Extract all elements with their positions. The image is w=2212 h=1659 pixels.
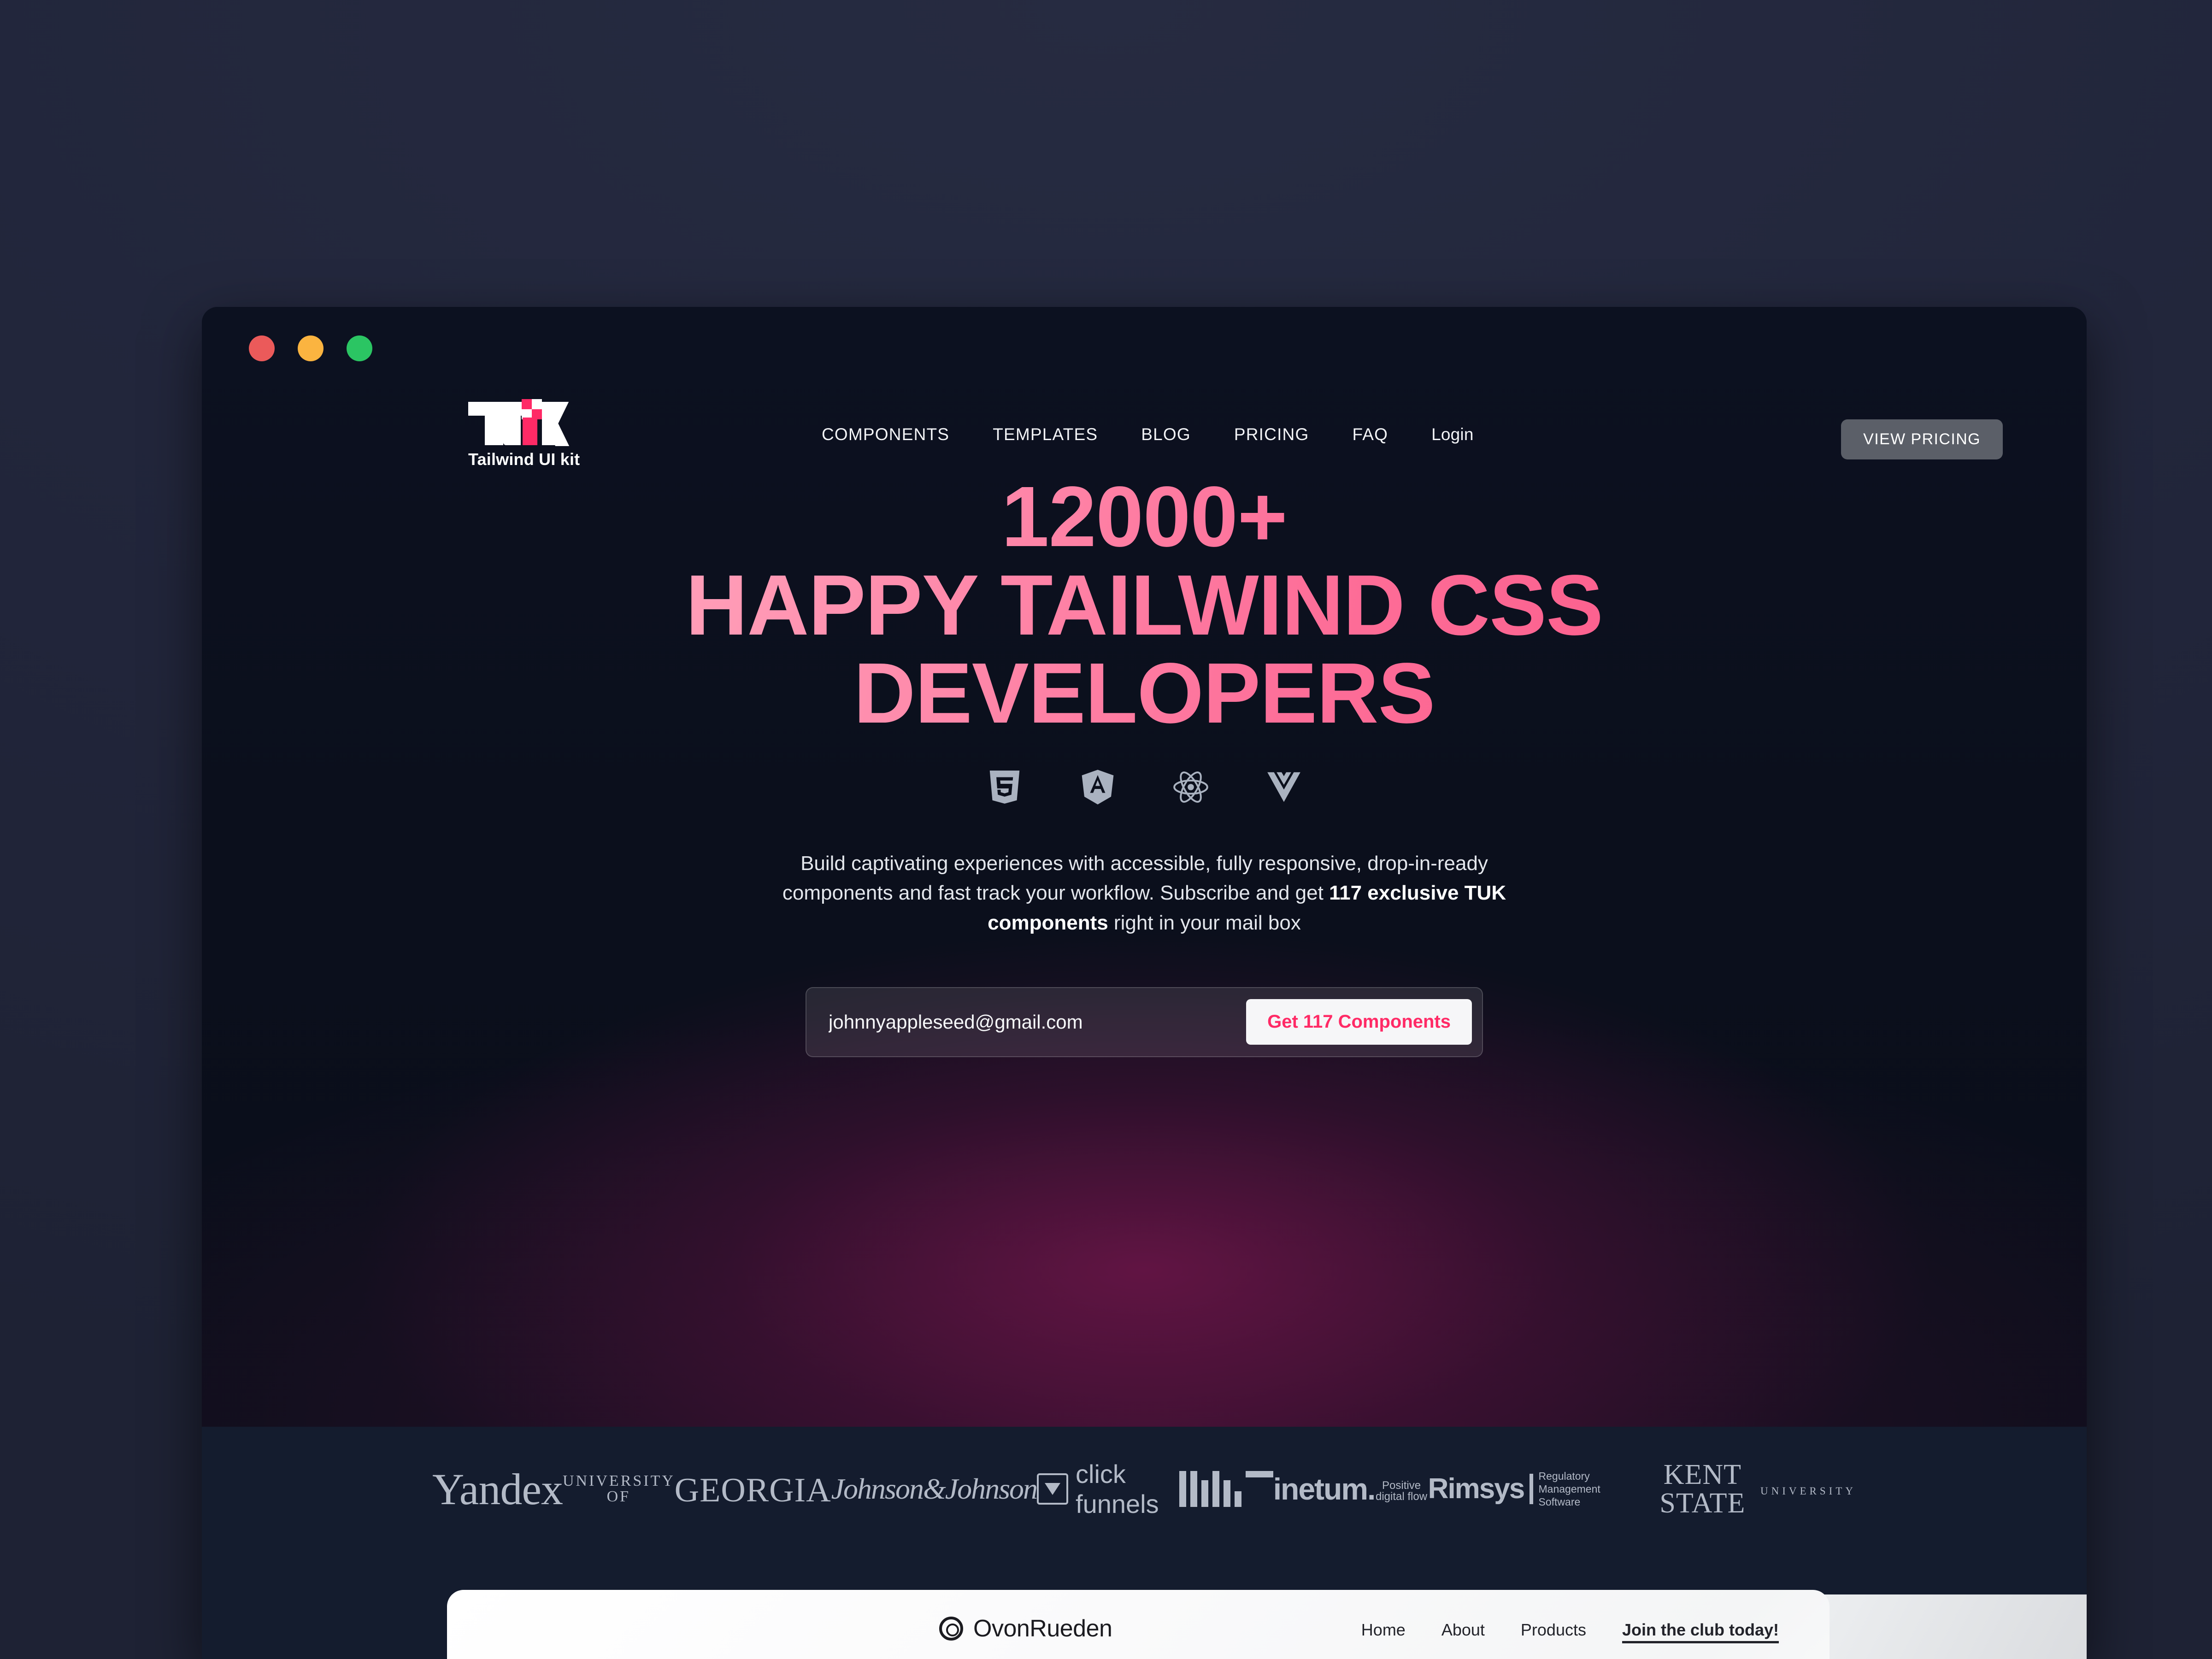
traffic-light-buttons	[249, 335, 372, 361]
logo-inetum: inetum. Positive digital flow	[1273, 1474, 1428, 1504]
preview-link-products[interactable]: Products	[1521, 1620, 1586, 1640]
uga-line-1: UNIVERSITY OF	[562, 1472, 675, 1505]
subscribe-form: Get 117 Components	[806, 987, 1483, 1057]
uga-line-2: GEORGIA	[674, 1471, 831, 1509]
hero-section: 12000+ HAPPY TAILWIND CSS DEVELOPERS Bui…	[202, 473, 2087, 1057]
rimsys-line-2: Regulatory Management Software	[1538, 1470, 1600, 1508]
preview-brand-label: OvonRueden	[973, 1615, 1112, 1642]
view-pricing-button[interactable]: VIEW PRICING	[1841, 419, 2003, 459]
logo-yandex: Yandex	[432, 1464, 563, 1514]
tuk-logo-icon	[468, 395, 574, 446]
preview-site-navbar: OvonRueden Home About Products Join the …	[447, 1590, 1830, 1659]
hero-description: Build captivating experiences with acces…	[757, 849, 1531, 938]
clickfunnels-mark-icon	[1037, 1473, 1069, 1505]
headline-line-2: HAPPY TAILWIND CSS	[685, 557, 1603, 653]
nav-link-faq[interactable]: FAQ	[1352, 425, 1388, 444]
email-input[interactable]	[829, 1011, 1247, 1033]
headline-line-3: DEVELOPERS	[853, 646, 1435, 741]
logo-kent-state: KENT STATE UNIVERSITY	[1645, 1460, 1856, 1518]
tech-stack-icons	[202, 767, 2087, 809]
nav-link-pricing[interactable]: PRICING	[1234, 425, 1309, 444]
preview-link-home[interactable]: Home	[1361, 1620, 1406, 1640]
preview-link-about[interactable]: About	[1441, 1620, 1485, 1640]
headline-line-1: 12000+	[1001, 469, 1287, 565]
get-components-button[interactable]: Get 117 Components	[1246, 999, 1472, 1045]
nav-link-login[interactable]: Login	[1431, 425, 1474, 444]
browser-window: Tailwind UI kit COMPONENTS TEMPLATES BLO…	[202, 307, 2087, 1659]
clickfunnels-label: click funnels	[1076, 1459, 1159, 1518]
client-logos: Yandex UNIVERSITY OF GEORGIA Johnson&Joh…	[202, 1445, 2087, 1533]
maximize-window-button[interactable]	[347, 335, 372, 361]
preview-front-panel: OvonRueden Home About Products Join the …	[447, 1590, 1830, 1659]
html5-icon	[985, 767, 1024, 809]
brand-tagline: Tailwind UI kit	[468, 450, 580, 469]
inetum-line-2: Positive digital flow	[1376, 1479, 1428, 1503]
angular-icon	[1078, 767, 1118, 809]
preview-site-links: Home About Products Join the club today!	[1361, 1620, 1779, 1640]
react-icon	[1171, 767, 1211, 809]
logo-mit	[1179, 1471, 1273, 1507]
brand-logo[interactable]: Tailwind UI kit	[468, 395, 583, 469]
site-navbar: Tailwind UI kit COMPONENTS TEMPLATES BLO…	[202, 381, 2087, 473]
preview-link-join-club[interactable]: Join the club today!	[1622, 1620, 1779, 1640]
kent-line-1: KENT STATE	[1659, 1459, 1746, 1519]
lede-part-2: right in your mail box	[1108, 912, 1301, 935]
logo-rimsys: Rimsys Regulatory Management Software	[1428, 1470, 1645, 1508]
vue-icon	[1264, 767, 1304, 809]
nav-link-blog[interactable]: BLOG	[1141, 425, 1191, 444]
rimsys-line-1: Rimsys	[1428, 1473, 1525, 1505]
nav-links: COMPONENTS TEMPLATES BLOG PRICING FAQ Lo…	[822, 425, 1474, 444]
nav-link-templates[interactable]: TEMPLATES	[993, 425, 1098, 444]
kent-line-2: UNIVERSITY	[1760, 1485, 1856, 1497]
window-titlebar	[202, 307, 2087, 381]
nav-link-components[interactable]: COMPONENTS	[822, 425, 949, 444]
minimize-window-button[interactable]	[298, 335, 324, 361]
logo-university-of-georgia: UNIVERSITY OF GEORGIA	[562, 1471, 831, 1509]
close-window-button[interactable]	[249, 335, 275, 361]
inetum-line-1: inetum.	[1273, 1472, 1376, 1506]
rimsys-divider	[1530, 1473, 1533, 1504]
logo-clickfunnels: click funnels	[1037, 1459, 1179, 1519]
preview-site-brand[interactable]: OvonRueden	[939, 1615, 1112, 1642]
product-preview: OvonRueden Home About Products Join the …	[447, 1583, 2087, 1659]
page-title: 12000+ HAPPY TAILWIND CSS DEVELOPERS	[202, 473, 2087, 738]
logo-johnson-and-johnson: Johnson&Johnson	[831, 1472, 1038, 1505]
ovonrueden-logo-icon	[939, 1617, 963, 1641]
